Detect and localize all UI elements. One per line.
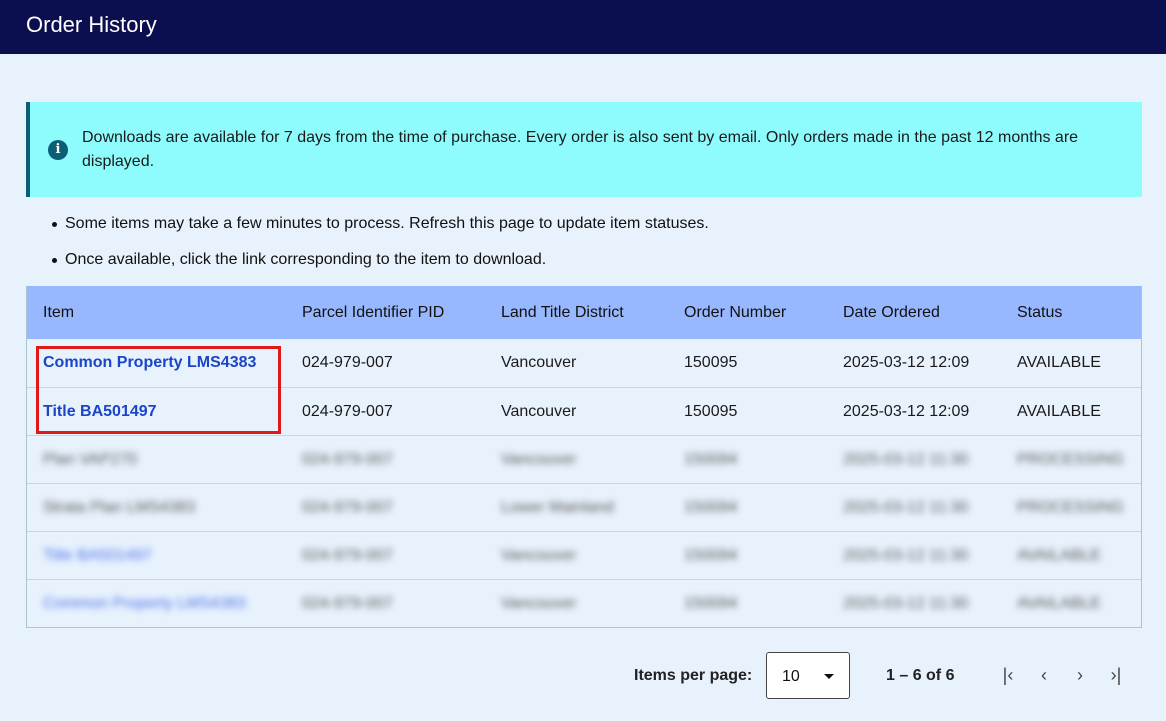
pid-cell: 024-979-007 (302, 547, 393, 564)
table-row: Title BA501497 024-979-007 Vancouver 150… (27, 531, 1141, 579)
status-cell: AVAILABLE (1017, 547, 1101, 564)
item-cell: Plan VAP270 (43, 451, 137, 468)
table-row: Common Property LMS4383 024-979-007 Vanc… (27, 579, 1141, 627)
item-link[interactable]: Common Property LMS4383 (43, 595, 246, 613)
items-per-page-value: 10 (782, 668, 800, 685)
order-number-cell: 150094 (684, 595, 738, 612)
page-range: 1 – 6 of 6 (886, 667, 955, 684)
table-header: Item Parcel Identifier PID Land Title Di… (27, 286, 1141, 339)
district-cell: Vancouver (501, 451, 577, 468)
date-cell: 2025-03-12 12:09 (843, 354, 970, 371)
notes-list: Some items may take a few minutes to pro… (50, 213, 709, 285)
status-cell: AVAILABLE (1017, 354, 1101, 371)
pid-cell: 024-979-007 (302, 451, 393, 468)
district-cell: Vancouver (501, 403, 577, 420)
district-cell: Vancouver (501, 547, 577, 564)
order-number-cell: 150095 (684, 403, 738, 420)
pid-cell: 024-979-007 (302, 354, 393, 371)
district-cell: Lower Mainland (501, 499, 614, 516)
info-banner: i Downloads are available for 7 days fro… (26, 102, 1142, 197)
table-row: Common Property LMS4383 024-979-007 Vanc… (27, 339, 1141, 387)
district-cell: Vancouver (501, 595, 577, 612)
column-header-district: Land Title District (501, 304, 624, 321)
date-cell: 2025-03-12 12:09 (843, 403, 970, 420)
item-link[interactable]: Common Property LMS4383 (43, 354, 256, 372)
status-cell: AVAILABLE (1017, 403, 1101, 420)
item-cell: Strata Plan LMS4383 (43, 499, 196, 516)
table-row: Strata Plan LMS4383 024-979-007 Lower Ma… (27, 483, 1141, 531)
order-table: Item Parcel Identifier PID Land Title Di… (26, 286, 1142, 628)
next-page-icon[interactable]: › (1069, 664, 1091, 686)
column-header-status: Status (1017, 304, 1063, 321)
last-page-icon[interactable]: ›| (1105, 664, 1127, 686)
pid-cell: 024-979-007 (302, 595, 393, 612)
items-per-page-select[interactable]: 10 (766, 652, 850, 699)
pid-cell: 024-979-007 (302, 403, 393, 420)
note-item: Once available, click the link correspon… (50, 249, 709, 285)
district-cell: Vancouver (501, 354, 577, 371)
status-cell: PROCESSING (1017, 499, 1124, 516)
order-number-cell: 150094 (684, 451, 738, 468)
previous-page-icon[interactable]: ‹ (1033, 664, 1055, 686)
top-bar: Order History (0, 0, 1166, 54)
column-header-pid: Parcel Identifier PID (302, 304, 445, 321)
order-number-cell: 150094 (684, 499, 738, 516)
page-title: Order History (26, 12, 157, 37)
table-row: Plan VAP270 024-979-007 Vancouver 150094… (27, 435, 1141, 483)
date-cell: 2025-03-12 11:30 (843, 547, 969, 564)
date-cell: 2025-03-12 11:30 (843, 499, 969, 516)
table-row: Title BA501497 024-979-007 Vancouver 150… (27, 387, 1141, 435)
status-cell: AVAILABLE (1017, 595, 1101, 612)
note-item: Some items may take a few minutes to pro… (50, 213, 709, 249)
pid-cell: 024-979-007 (302, 499, 393, 516)
column-header-item: Item (43, 304, 75, 321)
order-number-cell: 150095 (684, 354, 738, 371)
pagination: Items per page: 10 1 – 6 of 6 |‹ ‹ › ›| (0, 652, 1166, 700)
item-link[interactable]: Title BA501497 (43, 547, 152, 565)
item-link[interactable]: Title BA501497 (43, 403, 157, 421)
items-per-page-label: Items per page: (634, 667, 753, 684)
order-number-cell: 150094 (684, 547, 738, 564)
dropdown-arrow-icon (824, 674, 834, 679)
info-text: Downloads are available for 7 days from … (82, 129, 1079, 170)
info-icon: i (48, 140, 68, 160)
first-page-icon[interactable]: |‹ (997, 664, 1019, 686)
date-cell: 2025-03-12 11:30 (843, 451, 969, 468)
status-cell: PROCESSING (1017, 451, 1124, 468)
date-cell: 2025-03-12 11:30 (843, 595, 969, 612)
column-header-date: Date Ordered (843, 304, 940, 321)
column-header-order-number: Order Number (684, 304, 787, 321)
